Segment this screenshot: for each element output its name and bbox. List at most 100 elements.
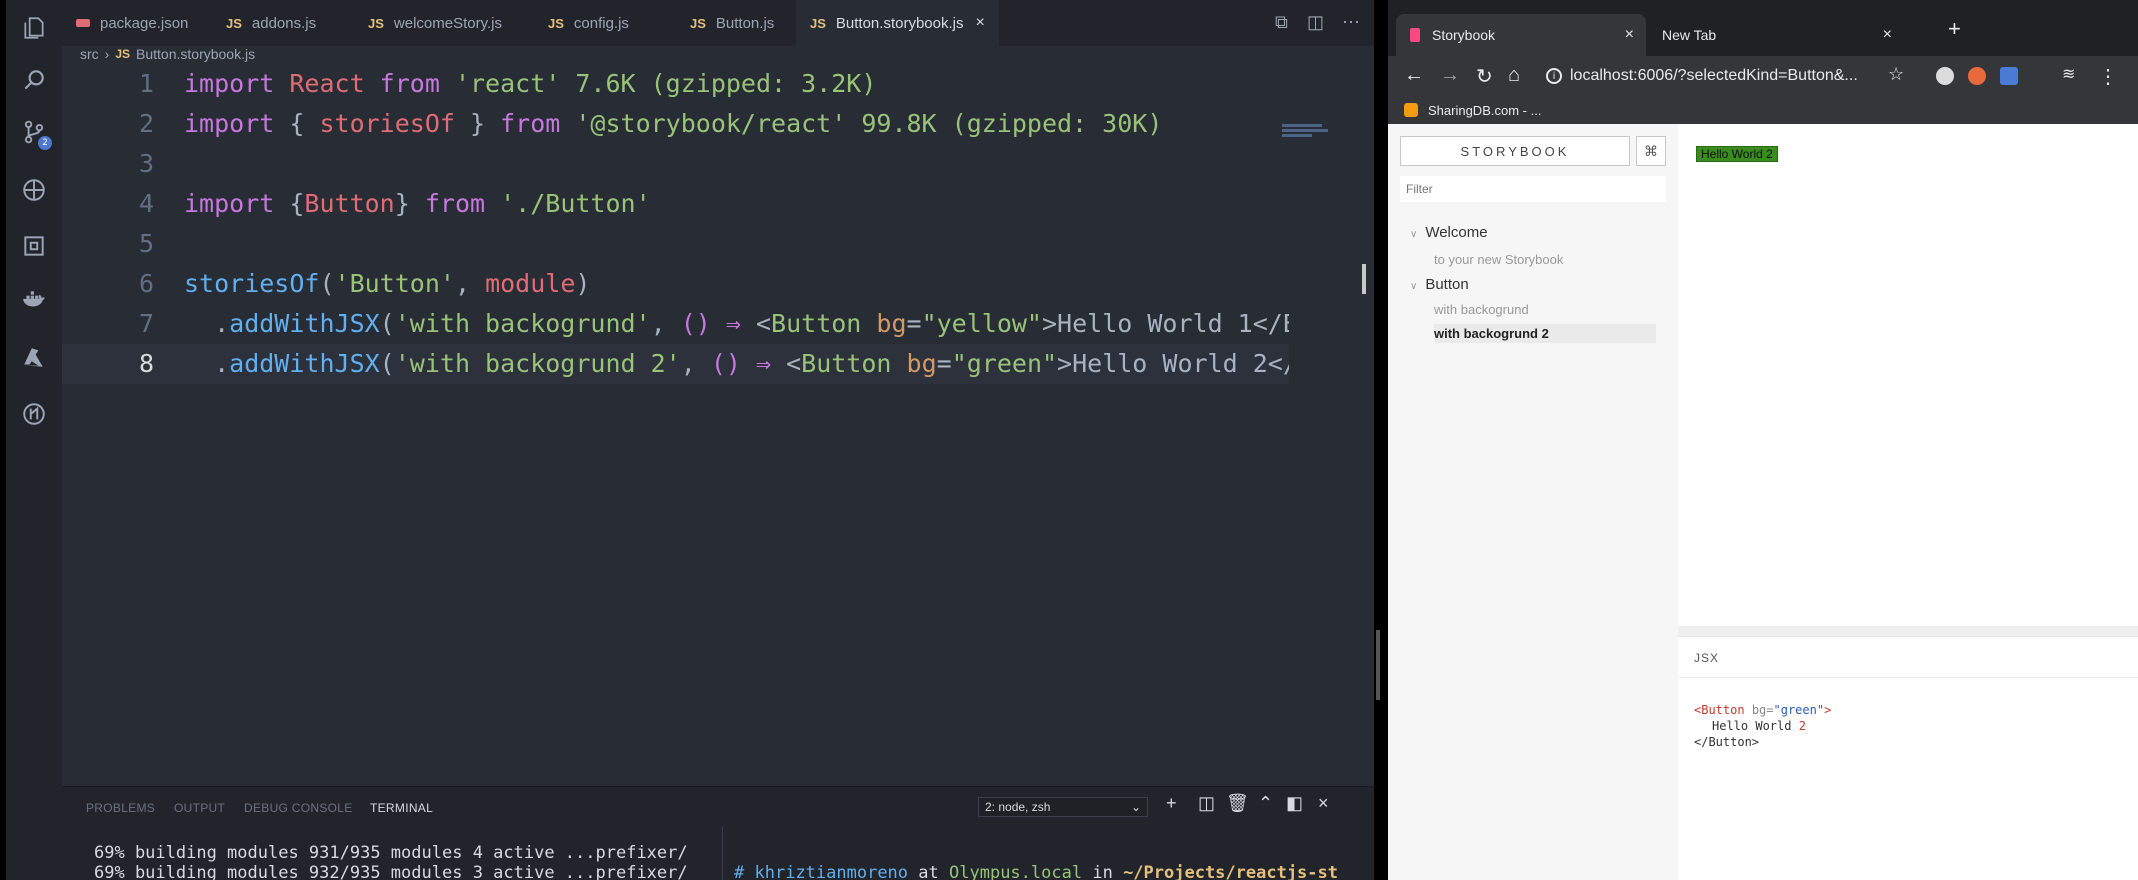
tab-button-js[interactable]: JS Button.js	[676, 0, 788, 46]
code-token: '@storybook/react'	[575, 109, 862, 138]
code-token: addWithJSX	[229, 309, 380, 338]
chevron-down-icon: ⌄	[1130, 800, 1141, 814]
forward-icon[interactable]: →	[1440, 64, 1460, 87]
code-token: =	[936, 349, 952, 378]
code-token: React	[289, 69, 380, 98]
maximize-panel-icon[interactable]: ⌃	[1258, 793, 1273, 814]
split-terminal-icon[interactable]: ◫	[1198, 793, 1215, 814]
terminal-select[interactable]: 2: node, zsh ⌄	[978, 797, 1148, 817]
reload-icon[interactable]: ↻	[1476, 64, 1493, 89]
kind-welcome[interactable]: ∨ Welcome	[1410, 224, 1488, 241]
tab-label: Button.storybook.js	[835, 14, 964, 32]
close-tab-icon[interactable]: ×	[975, 14, 984, 32]
browser-tab-new-tab[interactable]: New Tab ×	[1648, 14, 1904, 56]
translate-extension-icon[interactable]	[2000, 67, 2018, 85]
azure-icon[interactable]	[20, 344, 48, 372]
shortcuts-icon[interactable]: ⌘	[1636, 136, 1666, 166]
code-line[interactable]: 8 .addWithJSX('with backogrund 2', () ⇒ …	[62, 344, 1289, 384]
jsx-num: 2	[1798, 719, 1806, 733]
explorer-icon[interactable]	[20, 14, 48, 42]
open-changes-icon[interactable]: ⧉	[1275, 12, 1288, 33]
code-token: () ⇒	[710, 349, 787, 378]
terminal-line: 69% building modules 931/935 modules 4 a…	[94, 843, 688, 863]
breadcrumb-file[interactable]: Button.storybook.js	[136, 46, 255, 62]
tab-output[interactable]: OUTPUT	[174, 801, 225, 815]
bookmark-star-icon[interactable]: ☆	[1888, 64, 1904, 85]
code-token: import	[184, 109, 290, 138]
code-token: "green"	[951, 349, 1058, 378]
story-item[interactable]: to your new Storybook	[1434, 252, 1563, 267]
tab-debug-console[interactable]: DEBUG CONSOLE	[244, 801, 353, 815]
tab-package-json[interactable]: package.json	[62, 0, 202, 46]
tab-welcomestory-js[interactable]: JS welcomeStory.js	[354, 0, 516, 46]
browser-window: Storybook × New Tab × + ← → ↻ ⌂ i localhost…	[1388, 0, 2138, 880]
new-tab-button[interactable]: +	[1948, 16, 1961, 42]
addon-divider	[1678, 677, 2138, 678]
tab-button-storybook-js[interactable]: JS Button.storybook.js ×	[796, 0, 999, 46]
browser-tab-storybook[interactable]: Storybook ×	[1396, 14, 1646, 56]
tab-config-js[interactable]: JS config.js	[534, 0, 643, 46]
code-token: bg	[876, 309, 907, 338]
filter-input[interactable]	[1400, 176, 1666, 202]
panel-resize-handle[interactable]	[1678, 626, 2138, 636]
tab-jsx[interactable]: JSX	[1694, 651, 1719, 665]
gitlens-icon[interactable]	[20, 400, 48, 428]
code-line[interactable]: 3	[62, 144, 1289, 184]
code-line[interactable]: 7 .addWithJSX('with backogrund', () ⇒ <B…	[62, 304, 1289, 344]
code-editor[interactable]: 1 import React from 'react' 7.6K (gzipped…	[62, 64, 1328, 786]
minimap[interactable]	[1282, 124, 1330, 154]
code-token: )	[575, 269, 591, 298]
story-item[interactable]: with backogrund	[1434, 302, 1529, 317]
tab-terminal[interactable]: TERMINAL	[370, 801, 433, 815]
preview-hello-button[interactable]: Hello World 2	[1696, 146, 1778, 162]
kind-button[interactable]: ∨ Button	[1410, 276, 1469, 293]
addon-panel: JSX <Button bg="green"> Hello World 2 </…	[1678, 636, 2138, 880]
code-token: import	[184, 189, 290, 218]
kill-terminal-icon[interactable]: 🗑	[1226, 793, 1249, 814]
extension-icon[interactable]	[1968, 67, 1986, 85]
code-token: 'with backogrund'	[394, 309, 651, 338]
breadcrumb-folder[interactable]: src	[80, 46, 99, 62]
home-icon[interactable]: ⌂	[1508, 64, 1520, 87]
new-terminal-icon[interactable]: +	[1166, 793, 1177, 814]
more-actions-icon[interactable]: ⋯	[1342, 12, 1360, 33]
code-token: from	[424, 189, 501, 218]
search-icon[interactable]	[20, 66, 48, 94]
split-editor-icon[interactable]: ◫	[1307, 12, 1324, 33]
source-control-icon[interactable]: 2	[20, 118, 52, 150]
code-token: =	[906, 309, 922, 338]
close-tab-icon[interactable]: ×	[1625, 26, 1634, 44]
docker-icon[interactable]	[20, 286, 48, 314]
code-line[interactable]: 2 import { storiesOf } from '@storybook/r…	[62, 104, 1289, 144]
close-panel-icon[interactable]: ×	[1318, 793, 1329, 814]
kind-label: Button	[1425, 276, 1469, 293]
debug-icon[interactable]	[20, 176, 48, 204]
toggle-panel-icon[interactable]: ◧	[1286, 793, 1303, 814]
tab-addons-js[interactable]: JS addons.js	[212, 0, 330, 46]
extension-icon[interactable]	[1936, 67, 1954, 85]
code-line[interactable]: 1 import React from 'react' 7.6K (gzipped…	[62, 64, 1289, 104]
address-bar[interactable]: i localhost:6006/?selectedKind=Button&...	[1546, 61, 1876, 91]
code-line[interactable]: 5	[62, 224, 1289, 264]
prompt-hash: #	[734, 863, 745, 880]
prompt-path: ~/Projects/reactjs-st	[1123, 863, 1338, 880]
tab-problems[interactable]: PROBLEMS	[86, 801, 155, 815]
cast-icon[interactable]: ≋	[2062, 64, 2075, 84]
extensions-icon[interactable]	[20, 232, 48, 260]
story-item-selected[interactable]: with backogrund 2	[1434, 324, 1656, 343]
breadcrumb-separator: ›	[104, 46, 110, 62]
browser-tab-label: Storybook	[1432, 27, 1496, 43]
back-icon[interactable]: ←	[1404, 64, 1424, 87]
storybook-header-button[interactable]: STORYBOOK	[1400, 136, 1630, 166]
code-text: storiesOf('Button', module)	[184, 264, 590, 304]
close-tab-icon[interactable]: ×	[1883, 26, 1892, 44]
code-line[interactable]: 4 import {Button} from './Button'	[62, 184, 1289, 224]
code-token: 'react'	[454, 69, 576, 98]
code-line[interactable]: 6 storiesOf('Button', module)	[62, 264, 1289, 304]
code-text: .addWithJSX('with backogrund 2', () ⇒ <B…	[184, 344, 1289, 384]
chrome-menu-icon[interactable]: ⋮	[2098, 64, 2118, 89]
bookmark-item[interactable]: SharingDB.com - ...	[1428, 103, 1541, 118]
terminal-prompt[interactable]: # khriztianmoreno at Olympus.local in ~/…	[734, 863, 1338, 880]
editor-scrollbar[interactable]	[1362, 264, 1366, 294]
code-token: (	[379, 309, 395, 338]
